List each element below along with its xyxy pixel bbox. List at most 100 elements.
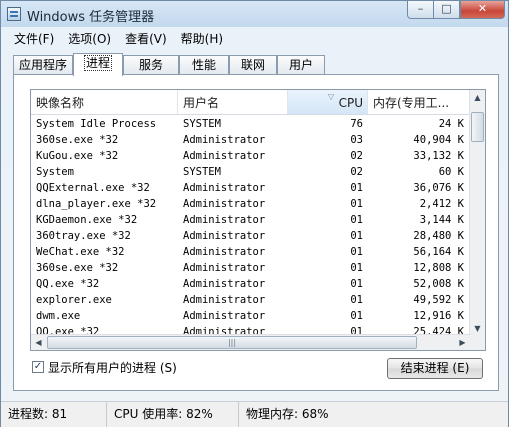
process-name-cell: 360se.exe *32 — [36, 262, 119, 274]
table-row[interactable]: QQExternal.exe *32 Administrator 01 36,076 … — [31, 180, 471, 196]
table-row[interactable]: dwm.exe Administrator 01 12,916 K — [31, 308, 471, 324]
status-process-count: 进程数: 81 — [1, 402, 107, 427]
process-cpu-cell: 01 — [350, 214, 363, 226]
status-physical-memory: 物理内存: 68% — [246, 407, 329, 421]
status-bar: 进程数: 81 CPU 使用率: 82% 物理内存: 68% — [1, 401, 508, 427]
tab-services[interactable]: 服务 — [123, 55, 179, 74]
tab-label: 服务 — [138, 58, 163, 72]
menu-bar: 文件(F) 选项(O) 查看(V) 帮助(H) — [7, 29, 230, 49]
column-image-name[interactable]: 映像名称 — [31, 90, 178, 114]
process-cpu-cell: 01 — [350, 182, 363, 194]
show-all-users-label: 显示所有用户的进程 (S) — [48, 361, 177, 375]
process-name-cell: KGDaemon.exe *32 — [36, 214, 138, 226]
process-memory-cell: 2,412 K — [419, 198, 464, 210]
status-cpu-usage: CPU 使用率: 82% — [107, 402, 239, 427]
table-row[interactable]: KuGou.exe *32 Administrator 02 33,132 K — [31, 148, 471, 164]
process-cpu-cell: 01 — [350, 246, 363, 258]
process-cpu-cell: 01 — [350, 310, 363, 322]
horizontal-scrollbar[interactable]: ◀ ||| ▶ — [31, 334, 471, 350]
process-name-cell: 360tray.exe *32 — [36, 230, 131, 242]
process-user-cell: Administrator — [183, 134, 266, 146]
column-memory[interactable]: 内存(专用工... — [368, 90, 471, 114]
table-row[interactable]: 360se.exe *32 Administrator 01 12,808 K — [31, 260, 471, 276]
menu-file[interactable]: 文件(F) — [7, 29, 61, 49]
title-bar[interactable]: Windows 任务管理器 – □ ✕ — [1, 1, 508, 29]
close-button[interactable]: ✕ — [460, 1, 505, 19]
column-header-row: 映像名称 用户名 ▽ CPU 内存(专用工... — [31, 90, 471, 115]
column-cpu-label: CPU — [338, 96, 363, 110]
column-user-name[interactable]: 用户名 — [178, 90, 288, 114]
table-row[interactable]: System Idle Process SYSTEM 76 24 K — [31, 116, 471, 132]
tab-processes[interactable]: 进程 — [73, 53, 123, 76]
table-row[interactable]: 360se.exe *32 Administrator 03 40,904 K — [31, 132, 471, 148]
process-name-cell: WeChat.exe *32 — [36, 246, 125, 258]
process-cpu-cell: 01 — [350, 278, 363, 290]
minimize-button[interactable]: – — [407, 1, 434, 19]
process-memory-cell: 12,916 K — [413, 310, 464, 322]
process-name-cell: System — [36, 166, 74, 178]
scroll-left-icon[interactable]: ◀ — [31, 338, 46, 347]
process-name-cell: explorer.exe — [36, 294, 112, 306]
process-user-cell: Administrator — [183, 150, 266, 162]
process-user-cell: Administrator — [183, 230, 266, 242]
table-row[interactable]: explorer.exe Administrator 01 49,592 K — [31, 292, 471, 308]
column-cpu[interactable]: ▽ CPU — [288, 90, 368, 114]
process-memory-cell: 56,164 K — [413, 246, 464, 258]
tab-performance[interactable]: 性能 — [179, 55, 229, 74]
process-user-cell: Administrator — [183, 262, 266, 274]
scroll-up-icon[interactable]: ▲ — [470, 93, 485, 102]
scroll-down-icon[interactable]: ▼ — [470, 324, 485, 333]
table-row[interactable]: System SYSTEM 02 60 K — [31, 164, 471, 180]
tab-networking[interactable]: 联网 — [229, 55, 277, 74]
process-memory-cell: 60 K — [438, 166, 464, 178]
maximize-button[interactable]: □ — [433, 1, 460, 19]
table-row[interactable]: dlna_player.exe *32 Administrator 01 2,412 … — [31, 196, 471, 212]
tab-applications[interactable]: 应用程序 — [13, 55, 73, 74]
task-manager-window: Windows 任务管理器 – □ ✕ 文件(F) 选项(O) 查看(V) 帮助… — [0, 0, 509, 427]
vertical-scroll-thumb[interactable] — [471, 112, 484, 142]
process-name-cell: dwm.exe — [36, 310, 81, 322]
process-name-cell: QQExternal.exe *32 — [36, 182, 150, 194]
task-manager-icon — [7, 7, 21, 21]
process-name-cell: dlna_player.exe *32 — [36, 198, 157, 210]
process-user-cell: Administrator — [183, 310, 266, 322]
table-row[interactable]: 360tray.exe *32 Administrator 01 28,480 K — [31, 228, 471, 244]
menu-options[interactable]: 选项(O) — [61, 29, 118, 49]
tab-label: 应用程序 — [18, 58, 67, 72]
table-row[interactable]: KGDaemon.exe *32 Administrator 01 3,144 K — [31, 212, 471, 228]
process-user-cell: Administrator — [183, 294, 266, 306]
menu-help[interactable]: 帮助(H) — [174, 29, 230, 49]
horizontal-scroll-thumb[interactable]: ||| — [47, 336, 417, 349]
process-cpu-cell: 01 — [350, 262, 363, 274]
scrollbar-corner — [470, 335, 485, 350]
scroll-right-icon[interactable]: ▶ — [455, 338, 470, 347]
process-memory-cell: 40,904 K — [413, 134, 464, 146]
process-user-cell: Administrator — [183, 214, 266, 226]
process-memory-cell: 33,132 K — [413, 150, 464, 162]
process-name-cell: 360se.exe *32 — [36, 134, 119, 146]
process-name-cell: KuGou.exe *32 — [36, 150, 119, 162]
process-user-cell: SYSTEM — [183, 166, 221, 178]
process-memory-cell: 24 K — [438, 118, 464, 130]
table-row[interactable]: QQ.exe *32 Administrator 01 52,008 K — [31, 276, 471, 292]
process-list[interactable]: 映像名称 用户名 ▽ CPU 内存(专用工... System Idle Pro… — [30, 89, 486, 351]
menu-view[interactable]: 查看(V) — [118, 29, 174, 49]
process-name-cell: QQ.exe *32 — [36, 278, 100, 290]
process-user-cell: Administrator — [183, 278, 266, 290]
process-cpu-cell: 76 — [350, 118, 363, 130]
window-title: Windows 任务管理器 — [27, 10, 155, 25]
process-name-cell: System Idle Process — [36, 118, 157, 130]
vertical-scrollbar[interactable]: ▲ ▼ — [469, 90, 485, 335]
tab-label: 性能 — [191, 58, 216, 72]
process-cpu-cell: 02 — [350, 166, 363, 178]
table-row[interactable]: WeChat.exe *32 Administrator 01 56,164 K — [31, 244, 471, 260]
tab-label: 进程 — [83, 55, 112, 71]
process-user-cell: Administrator — [183, 198, 266, 210]
tab-label: 用户 — [288, 58, 313, 72]
tab-users[interactable]: 用户 — [277, 55, 325, 74]
process-memory-cell: 49,592 K — [413, 294, 464, 306]
process-memory-cell: 12,808 K — [413, 262, 464, 274]
show-all-users-checkbox[interactable]: ✓ — [32, 361, 44, 373]
end-process-button[interactable]: 结束进程 (E) — [387, 358, 483, 379]
process-cpu-cell: 01 — [350, 294, 363, 306]
